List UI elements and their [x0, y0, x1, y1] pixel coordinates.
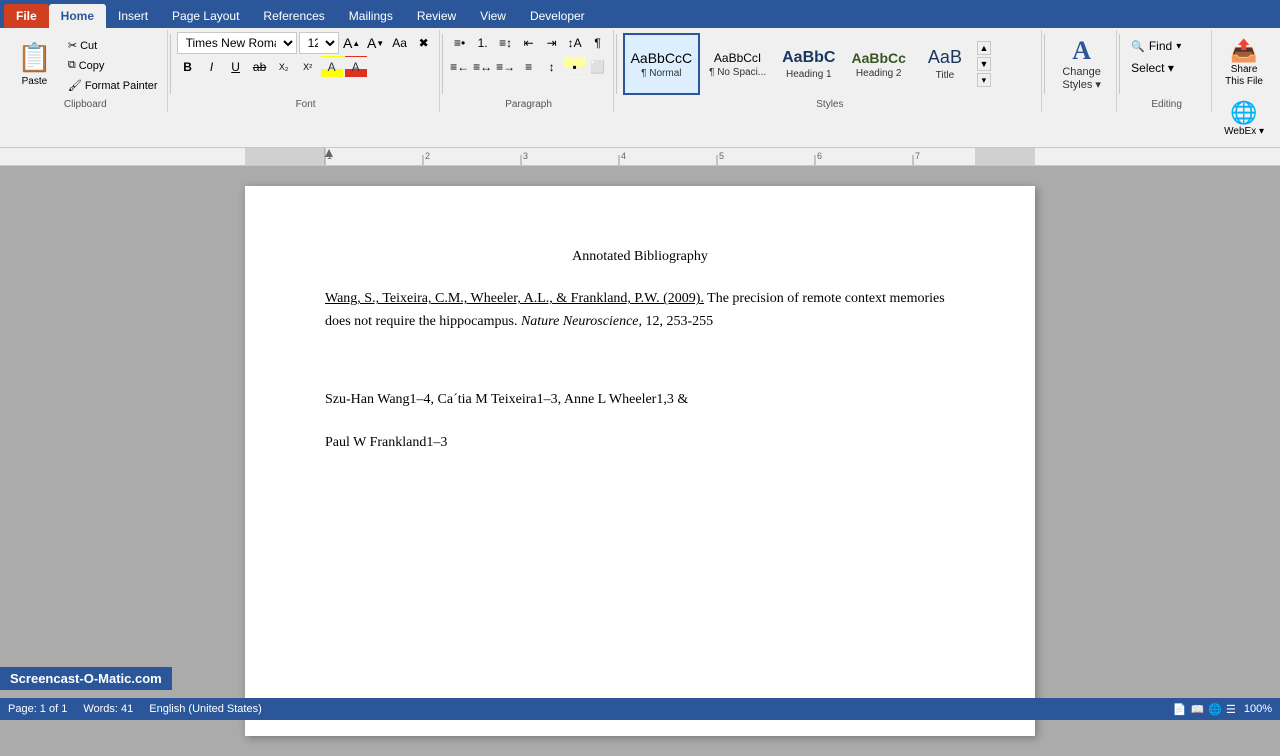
print-layout-icon[interactable]: 📄 — [1173, 703, 1187, 716]
svg-text:6: 6 — [817, 151, 822, 161]
multilevel-list-button[interactable]: ≡↕ — [495, 32, 517, 54]
status-left: Page: 1 of 1 Words: 41 English (United S… — [8, 703, 262, 715]
find-icon: 🔍 — [1131, 40, 1145, 53]
font-size-select[interactable]: 12 — [299, 32, 339, 54]
decrease-indent-button[interactable]: ⇤ — [518, 32, 540, 54]
svg-text:4: 4 — [621, 151, 626, 161]
style-no-spacing[interactable]: AaBbCcI ¶ No Spaci... — [702, 33, 773, 95]
cut-button[interactable]: ✂ Cut — [63, 36, 163, 55]
webex-button[interactable]: 🌐 WebEx ▾ — [1220, 96, 1268, 141]
style-normal-label: ¶ Normal — [641, 68, 681, 79]
authors-line-2: Paul W Frankland1–3 — [325, 432, 955, 454]
change-styles-icon: A — [1072, 36, 1091, 66]
align-left-button[interactable]: ≡← — [449, 56, 471, 78]
tab-review[interactable]: Review — [405, 4, 468, 28]
styles-scroll-down[interactable]: ▼ — [977, 57, 991, 71]
svg-text:5: 5 — [719, 151, 724, 161]
tab-insert[interactable]: Insert — [106, 4, 160, 28]
document-title: Annotated Bibliography — [325, 246, 955, 268]
status-right: 📄 📖 🌐 ☰ 100% — [1173, 703, 1272, 716]
change-case-button[interactable]: Aa — [389, 32, 411, 54]
style-nospace-label: ¶ No Spaci... — [709, 67, 766, 78]
style-title[interactable]: AaB Title — [915, 33, 975, 95]
style-heading1-label: Heading 1 — [786, 69, 832, 80]
paste-button[interactable]: 📋 Paste — [8, 32, 61, 96]
tab-references[interactable]: References — [251, 4, 336, 28]
shrink-font-button[interactable]: A▼ — [365, 32, 387, 54]
outline-icon[interactable]: ☰ — [1226, 703, 1236, 716]
copy-button[interactable]: ⧉ Copy — [63, 56, 163, 75]
clear-formatting-button[interactable]: ✖ — [413, 32, 435, 54]
watermark: Screencast-O-Matic.com — [0, 667, 172, 690]
file-tab[interactable]: File — [4, 4, 49, 28]
subscript-button[interactable]: X₂ — [273, 56, 295, 78]
style-normal[interactable]: AaBbCcC ¶ Normal — [623, 33, 700, 95]
borders-button[interactable]: ⬜ — [587, 56, 609, 78]
style-heading2-label: Heading 2 — [856, 68, 902, 79]
shading-button[interactable]: ▪ — [564, 56, 586, 78]
tab-developer[interactable]: Developer — [518, 4, 597, 28]
bold-button[interactable]: B — [177, 56, 199, 78]
change-styles-button[interactable]: A ChangeStyles ▾ — [1055, 32, 1108, 96]
superscript-button[interactable]: X² — [297, 56, 319, 78]
format-painter-icon: 🖌 — [68, 79, 82, 92]
line-spacing-button[interactable]: ↕ — [541, 56, 563, 78]
tab-view[interactable]: View — [468, 4, 518, 28]
sort-button[interactable]: ↕A — [564, 32, 586, 54]
language: English (United States) — [149, 703, 262, 715]
view-controls: 📄 📖 🌐 ☰ — [1173, 703, 1236, 716]
select-button[interactable]: Select ▾ — [1126, 58, 1179, 78]
grow-font-button[interactable]: A▲ — [341, 32, 363, 54]
style-normal-preview: AaBbCcC — [631, 50, 692, 66]
find-button[interactable]: 🔍 Find ▾ — [1126, 36, 1186, 56]
text-highlight-button[interactable]: A — [321, 56, 343, 78]
web-layout-icon[interactable]: 🌐 — [1208, 703, 1222, 716]
numbering-button[interactable]: 1. — [472, 32, 494, 54]
share-icon: 📤 — [1230, 38, 1257, 64]
align-right-button[interactable]: ≡→ — [495, 56, 517, 78]
show-formatting-button[interactable]: ¶ — [587, 32, 609, 54]
copy-icon: ⧉ — [68, 59, 76, 72]
font-name-select[interactable]: Times New Roman — [177, 32, 297, 54]
strikethrough-button[interactable]: ab — [249, 56, 271, 78]
authors-line-1: Szu-Han Wang1–4, Ca´tia M Teixeira1–3, A… — [325, 389, 955, 411]
style-heading1-preview: AaBbC — [782, 49, 835, 67]
style-heading2[interactable]: AaBbCc Heading 2 — [844, 33, 912, 95]
style-nospace-preview: AaBbCcI — [714, 51, 761, 65]
increase-indent-button[interactable]: ⇥ — [541, 32, 563, 54]
underline-button[interactable]: U — [225, 56, 247, 78]
style-title-preview: AaB — [928, 47, 962, 68]
styles-more[interactable]: ▾ — [977, 73, 991, 87]
style-heading1[interactable]: AaBbC Heading 1 — [775, 33, 842, 95]
style-heading2-preview: AaBbCc — [851, 50, 905, 66]
bibliography-entry-1: Wang, S., Teixeira, C.M., Wheeler, A.L.,… — [325, 288, 955, 333]
svg-text:2: 2 — [425, 151, 430, 161]
page: Annotated Bibliography Wang, S., Teixeir… — [245, 186, 1035, 736]
paste-icon: 📋 — [17, 41, 52, 74]
tab-mailings[interactable]: Mailings — [337, 4, 405, 28]
font-color-button[interactable]: A — [345, 56, 367, 78]
svg-text:7: 7 — [915, 151, 920, 161]
style-title-label: Title — [936, 70, 955, 81]
zoom-level: 100% — [1244, 703, 1272, 715]
share-file-button[interactable]: 📤 ShareThis File — [1221, 34, 1267, 92]
tab-page-layout[interactable]: Page Layout — [160, 4, 251, 28]
bullets-button[interactable]: ≡• — [449, 32, 471, 54]
webex-icon: 🌐 — [1230, 100, 1257, 126]
align-center-button[interactable]: ≡↔ — [472, 56, 494, 78]
styles-scroll-up[interactable]: ▲ — [977, 41, 991, 55]
italic-button[interactable]: I — [201, 56, 223, 78]
justify-button[interactable]: ≡ — [518, 56, 540, 78]
word-count: Words: 41 — [83, 703, 133, 715]
svg-text:3: 3 — [523, 151, 528, 161]
cut-icon: ✂ — [68, 39, 77, 52]
full-reading-icon[interactable]: 📖 — [1191, 703, 1205, 716]
format-painter-button[interactable]: 🖌 Format Painter — [63, 76, 163, 95]
page-count: Page: 1 of 1 — [8, 703, 67, 715]
tab-home[interactable]: Home — [49, 4, 106, 28]
